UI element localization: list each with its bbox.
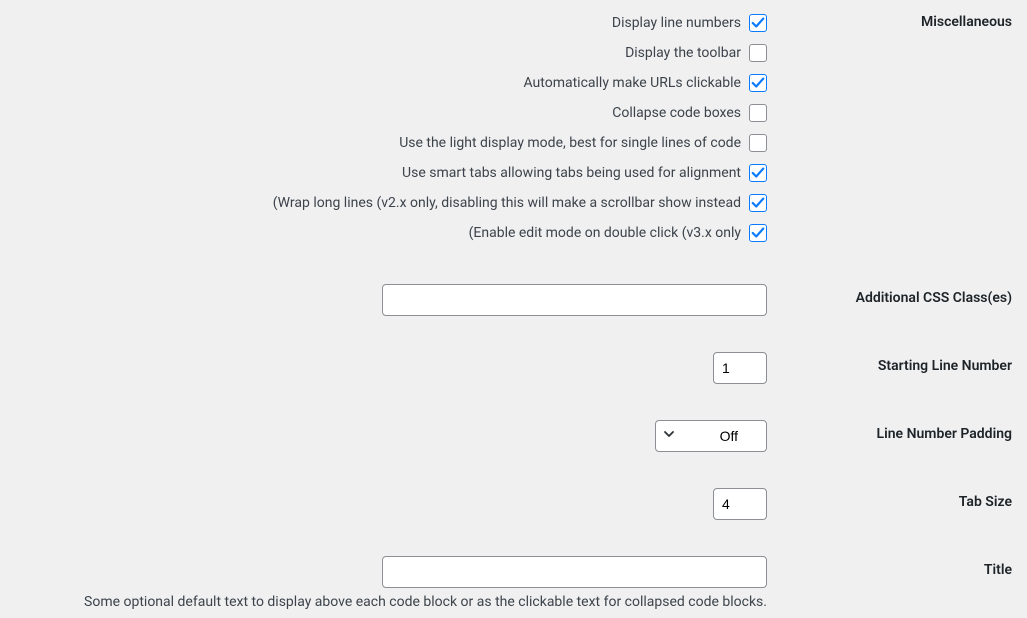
smart-tabs-label: Use smart tabs allowing tabs being used … (402, 165, 741, 181)
display-toolbar-label: Display the toolbar (625, 45, 741, 61)
miscellaneous-heading: Miscellaneous (807, 8, 1012, 30)
collapse-code-checkbox[interactable] (749, 104, 767, 122)
smart-tabs-checkbox[interactable] (749, 164, 767, 182)
light-mode-label: Use the light display mode, best for sin… (399, 135, 741, 151)
css-classes-input[interactable] (382, 284, 767, 316)
title-description: .Some optional default text to display a… (15, 588, 767, 610)
line-padding-heading: Line Number Padding (807, 420, 1012, 442)
urls-clickable-label: Automatically make URLs clickable (524, 75, 742, 91)
urls-clickable-checkbox[interactable] (749, 74, 767, 92)
wrap-lines-label: (Wrap long lines (v2.x only, disabling t… (273, 195, 741, 211)
edit-mode-checkbox[interactable] (749, 224, 767, 242)
wrap-lines-checkbox[interactable] (749, 194, 767, 212)
display-line-numbers-checkbox[interactable] (749, 14, 767, 32)
starting-line-input[interactable] (713, 352, 767, 384)
display-toolbar-checkbox[interactable] (749, 44, 767, 62)
line-padding-select[interactable] (655, 420, 767, 452)
edit-mode-label: (Enable edit mode on double click (v3.x … (469, 225, 741, 241)
title-input[interactable] (382, 556, 767, 588)
css-classes-heading: Additional CSS Class(es) (807, 284, 1012, 306)
display-line-numbers-label: Display line numbers (612, 15, 741, 31)
light-mode-checkbox[interactable] (749, 134, 767, 152)
tab-size-input[interactable] (713, 488, 767, 520)
collapse-code-label: Collapse code boxes (612, 105, 741, 121)
starting-line-heading: Starting Line Number (807, 352, 1012, 374)
tab-size-heading: Tab Size (807, 488, 1012, 510)
title-heading: Title (807, 556, 1012, 578)
